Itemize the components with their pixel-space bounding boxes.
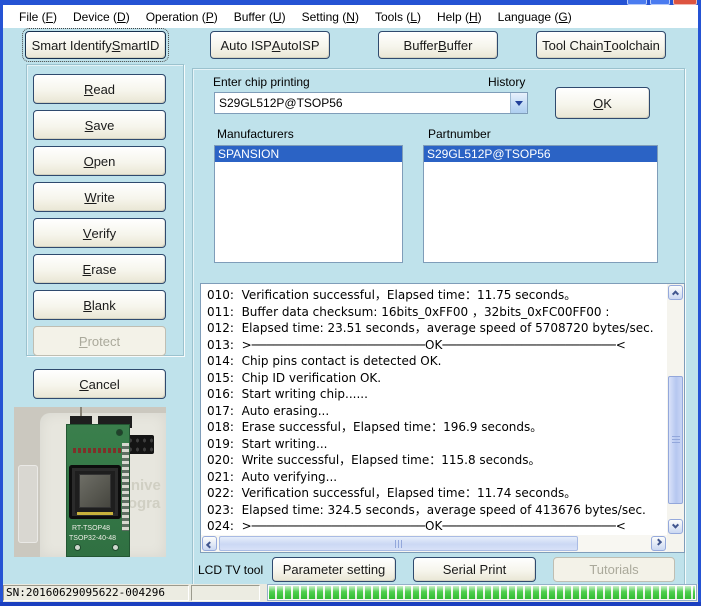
menu-buffer[interactable]: Buffer (U) — [226, 8, 294, 26]
sidebar-button-verify[interactable]: Verify — [33, 218, 166, 248]
menu-tools[interactable]: Tools (L) — [367, 8, 429, 26]
log-line: 022: Verification successful，Elapsed tim… — [207, 485, 667, 502]
lcd-tv-tool-label: LCD TV tool — [198, 563, 263, 577]
partnumber-list[interactable]: S29GL512P@TSOP56 — [423, 145, 658, 263]
maximize-button[interactable] — [650, 0, 670, 5]
enter-chip-label: Enter chip printing — [213, 75, 310, 89]
scroll-down-icon[interactable] — [668, 519, 683, 534]
progress-bar — [267, 584, 697, 601]
menu-device[interactable]: Device (D) — [65, 8, 138, 26]
menu-help[interactable]: Help (H) — [429, 8, 490, 26]
horizontal-scrollbar[interactable] — [201, 535, 667, 552]
footer-button-serial-print[interactable]: Serial Print — [413, 557, 536, 582]
toolbar-button-smartid[interactable]: Smart Identify SmartID — [25, 31, 166, 59]
chevron-down-icon[interactable] — [510, 93, 527, 113]
sidebar-button-erase[interactable]: Erase — [33, 254, 166, 284]
sidebar-button-save[interactable]: Save — [33, 110, 166, 140]
statusbar: SN:20160629095622-004296 — [3, 584, 698, 602]
tsop-socket — [69, 465, 121, 519]
list-item[interactable]: S29GL512P@TSOP56 — [424, 146, 657, 162]
ok-button[interactable]: OK — [555, 87, 650, 119]
adapter-photo: Unive Progra RT-TSOP48 TSOP32-40-48 — [14, 407, 166, 557]
sidebar-button-read[interactable]: Read — [33, 74, 166, 104]
pcb-hole — [116, 429, 123, 436]
chip-in-socket — [79, 474, 111, 508]
log-line: 015: Chip ID verification OK. — [207, 370, 667, 387]
footer-button-parameter-setting[interactable]: Parameter setting — [272, 557, 396, 582]
vertical-scrollbar-thumb[interactable] — [668, 376, 683, 504]
socket-latch — [77, 512, 113, 515]
log-line: 024: >────────────────────────OK────────… — [207, 518, 667, 535]
statusbar-panel — [191, 585, 260, 601]
log-area: 010: Verification successful，Elapsed tim… — [200, 283, 685, 553]
manufacturers-label: Manufacturers — [217, 127, 294, 141]
chip-combobox-value: S29GL512P@TSOP56 — [215, 96, 510, 110]
log-line: 023: Elapsed time: 324.5 seconds，average… — [207, 502, 667, 519]
titlebar — [0, 0, 701, 5]
toolbar-button-autoisp[interactable]: Auto ISP AutoISP — [210, 31, 330, 59]
log-line: 011: Buffer data checksum: 16bits_0xFF00… — [207, 304, 667, 321]
pcb-red-silkscreen — [73, 448, 123, 453]
pcb-pin-pads — [122, 443, 129, 531]
chip-combobox[interactable]: S29GL512P@TSOP56 — [214, 92, 528, 114]
log-line: 019: Start writing... — [207, 436, 667, 453]
log-line: 021: Auto verifying... — [207, 469, 667, 486]
toolbar-button-buffer[interactable]: Buffer Buffer — [378, 31, 498, 59]
log-line: 014: Chip pins contact is detected OK. — [207, 353, 667, 370]
progress-fill — [269, 586, 695, 599]
scrollbar-corner — [667, 535, 684, 552]
sidebar-button-open[interactable]: Open — [33, 146, 166, 176]
sidebar-button-write[interactable]: Write — [33, 182, 166, 212]
scroll-up-icon[interactable] — [668, 285, 683, 300]
pcb-hole — [74, 544, 81, 551]
log-line: 018: Erase successful，Elapsed time：196.9… — [207, 419, 667, 436]
partnumber-label: Partnumber — [428, 127, 491, 141]
scroll-right-icon[interactable] — [651, 536, 666, 551]
log-line: 013: >────────────────────────OK────────… — [207, 337, 667, 354]
window-frame-left — [0, 0, 3, 606]
log-line: 016: Start writing chip...... — [207, 386, 667, 403]
menu-language[interactable]: Language (G) — [490, 8, 580, 26]
window-frame-bottom — [0, 602, 701, 606]
menubar: File (F)Device (D)Operation (P)Buffer (U… — [3, 5, 698, 28]
menu-operation[interactable]: Operation (P) — [138, 8, 226, 26]
sidebar-button-cancel[interactable]: Cancel — [33, 369, 166, 399]
log-line: 017: Auto erasing... — [207, 403, 667, 420]
menu-setting[interactable]: Setting (N) — [294, 8, 367, 26]
pcb-label-1: RT-TSOP48 — [72, 525, 110, 533]
serial-number: SN:20160629095622-004296 — [3, 585, 189, 601]
list-item[interactable]: SPANSION — [215, 146, 402, 162]
log-text[interactable]: 010: Verification successful，Elapsed tim… — [201, 284, 667, 535]
adapter-pcb: RT-TSOP48 TSOP32-40-48 — [66, 424, 130, 557]
history-label: History — [488, 75, 525, 89]
pcb-label-2: TSOP32-40-48 — [69, 535, 116, 543]
toolbar-button-toolchain[interactable]: Tool Chain Toolchain — [536, 31, 666, 59]
log-line: 012: Elapsed time: 23.51 seconds，average… — [207, 320, 667, 337]
app-window: File (F)Device (D)Operation (P)Buffer (U… — [0, 0, 701, 606]
scroll-left-icon[interactable] — [202, 536, 217, 551]
vertical-scrollbar[interactable] — [667, 284, 684, 535]
sidebar-button-blank[interactable]: Blank — [33, 290, 166, 320]
menu-file[interactable]: File (F) — [11, 8, 65, 26]
manufacturers-list[interactable]: SPANSION — [214, 145, 403, 263]
log-line: 010: Verification successful，Elapsed tim… — [207, 287, 667, 304]
pcb-hole — [112, 544, 119, 551]
log-line: 020: Write successful，Elapsed time：115.8… — [207, 452, 667, 469]
horizontal-scrollbar-thumb[interactable] — [219, 536, 578, 551]
footer-button-tutorials[interactable]: Tutorials — [553, 557, 675, 582]
photo-background-shape — [18, 465, 38, 543]
close-button[interactable] — [673, 0, 697, 5]
sidebar-button-protect[interactable]: Protect — [33, 326, 166, 356]
minimize-button[interactable] — [627, 0, 647, 5]
